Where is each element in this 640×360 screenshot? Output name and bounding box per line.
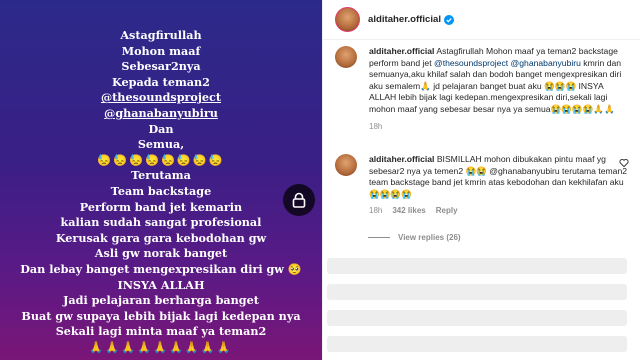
story-line: Perform band jet kemarin [79,199,243,214]
story-line: kalian sudah sangat profesional [60,215,262,230]
comment-username[interactable]: alditaher.official [369,46,434,56]
blurred-content [327,310,627,326]
story-emoji-row: 🙏🙏🙏🙏🙏🙏🙏🙏🙏 [89,339,233,354]
view-replies-button[interactable]: View replies (26) [368,232,461,244]
story-line: Jadi pelajaran berharga banget [63,293,259,308]
comment-time: 18h [369,121,383,131]
view-replies-label: View replies (26) [398,233,461,242]
story-line: Dan lebay banget mengexpresikan diri gw … [20,261,302,276]
comment-time: 18h [369,206,383,216]
blurred-content [327,336,627,352]
avatar[interactable] [335,46,357,68]
reply-button[interactable]: Reply [436,205,458,217]
mention-link[interactable]: @thesoundsproject [434,58,508,68]
story-line: Astagfirullah [120,28,202,42]
story-line: Mohon maaf [121,43,201,58]
story-line: Kerusak gara gara kebodohan gw [55,230,267,245]
story-line: Terutama [131,168,191,183]
comment-likes[interactable]: 342 likes [392,205,425,217]
mention-link[interactable]: @ghanabanyubiru [511,58,581,68]
comments-panel: alditaher.official alditaher.official As… [322,0,640,360]
story-mention: @thesoundsproject [100,90,222,105]
comment: alditaher.official Astagfirullah Mohon m… [323,46,640,132]
avatar[interactable] [335,7,360,32]
lock-button[interactable] [283,184,315,216]
comment-text: alditaher.official Astagfirullah Mohon m… [369,46,629,116]
header-username[interactable]: alditaher.official [368,14,441,26]
comment-body: alditaher.official Astagfirullah Mohon m… [369,46,629,132]
verified-badge-icon [444,14,455,25]
blurred-content [327,284,627,300]
avatar[interactable] [335,154,357,176]
story-text: Astagfirullah Mohon maaf Sebesar2nya Kep… [0,28,322,355]
story-line: INSYA ALLAH [117,277,205,292]
story-line: Team backstage [110,183,212,198]
heart-icon[interactable] [619,158,629,168]
story-line: Buat gw supaya lebih bijak lagi kedepan … [21,308,301,323]
story-line: Semua, [137,137,185,152]
story-emoji-row: 😓😓😓😓😓😓😓😓 [97,152,225,167]
comment-meta: 18h 342 likes Reply [369,205,629,217]
story-line: Asli gw norak banget [94,246,228,261]
post-header: alditaher.official [323,0,640,40]
comment-username[interactable]: alditaher.official [369,154,434,164]
comment: alditaher.official BISMILLAH mohon dibuk… [323,154,640,217]
divider [368,237,390,239]
blurred-content [327,258,627,274]
story-line: Kepada teman2 [112,74,210,89]
comment-meta: 18h [369,121,629,133]
story-line: Dan [148,121,174,136]
story-image: Astagfirullah Mohon maaf Sebesar2nya Kep… [0,0,322,360]
story-mention: @ghanabanyubiru [104,105,218,120]
comment-text: alditaher.official BISMILLAH mohon dibuk… [369,154,629,200]
comment-body: alditaher.official BISMILLAH mohon dibuk… [369,154,629,217]
lock-icon [292,192,306,208]
story-line: Sekali lagi minta maaf ya teman2 [55,324,267,339]
story-line: Sebesar2nya [121,59,201,74]
